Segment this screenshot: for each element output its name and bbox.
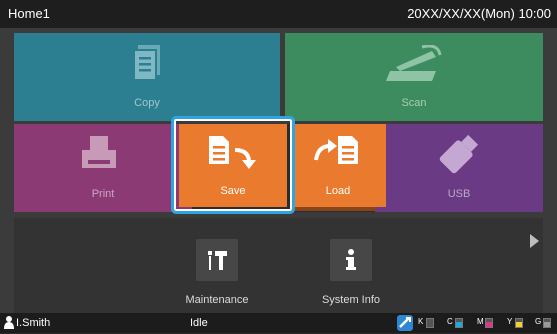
ink-fill xyxy=(544,322,550,327)
ink-level-g: G xyxy=(535,317,551,328)
system-info-button[interactable] xyxy=(330,239,372,281)
top-bar: Home1 20XX/XX/XX(Mon) 10:00 xyxy=(0,0,557,28)
ink-label: C xyxy=(447,317,453,326)
network-icon xyxy=(397,315,413,331)
system-info-label: System Info xyxy=(321,294,381,306)
ink-fill xyxy=(486,322,492,327)
ink-level-k: K xyxy=(418,317,434,328)
screen-title: Home1 xyxy=(8,6,50,21)
ink-level-c: C xyxy=(447,317,463,328)
usb-label: USB xyxy=(447,188,471,200)
scanner-icon xyxy=(386,45,442,81)
selection-highlight xyxy=(171,116,295,214)
copy-tile[interactable]: Copy xyxy=(14,33,280,121)
maintenance-button[interactable] xyxy=(196,239,238,281)
user-icon xyxy=(4,316,14,329)
ink-gauge xyxy=(455,318,463,328)
scan-tile[interactable]: Scan xyxy=(285,33,543,121)
usb-tile[interactable]: USB xyxy=(375,124,543,212)
ink-level-m: M xyxy=(477,317,493,328)
tools-icon xyxy=(208,251,227,270)
ink-gauge xyxy=(543,318,551,328)
ink-fill xyxy=(516,322,522,327)
ink-label: G xyxy=(535,317,542,326)
scan-label: Scan xyxy=(401,97,427,109)
copy-label: Copy xyxy=(134,97,160,109)
ink-gauge xyxy=(426,318,434,328)
ink-label: Y xyxy=(507,317,513,326)
date-time: 20XX/XX/XX(Mon) 10:00 xyxy=(407,6,551,21)
printer-icon xyxy=(82,136,116,168)
ink-gauge xyxy=(515,318,523,328)
maintenance-label: Maintenance xyxy=(185,294,249,306)
next-page-arrow-icon[interactable] xyxy=(530,234,539,248)
usb-drive-icon xyxy=(439,134,479,174)
load-tile-shadow xyxy=(290,207,376,211)
machine-status: Idle xyxy=(190,317,208,329)
load-tile[interactable]: Load xyxy=(290,124,386,207)
status-bar: I.Smith Idle K C M Y G xyxy=(0,313,557,333)
ink-level-y: Y xyxy=(507,317,523,328)
print-tile[interactable]: Print xyxy=(14,124,192,212)
ink-gauge xyxy=(485,318,493,328)
user-name[interactable]: I.Smith xyxy=(16,317,50,329)
ink-label: M xyxy=(477,317,484,326)
load-label: Load xyxy=(325,185,351,197)
ink-label: K xyxy=(418,317,424,326)
copy-icon xyxy=(133,45,160,81)
home-screen: Home1 20XX/XX/XX(Mon) 10:00 Copy Scan Pr… xyxy=(0,0,557,333)
print-label: Print xyxy=(91,188,115,200)
info-icon xyxy=(346,249,356,270)
secondary-panel xyxy=(14,218,543,313)
ink-fill xyxy=(456,322,462,327)
load-icon xyxy=(314,136,358,164)
